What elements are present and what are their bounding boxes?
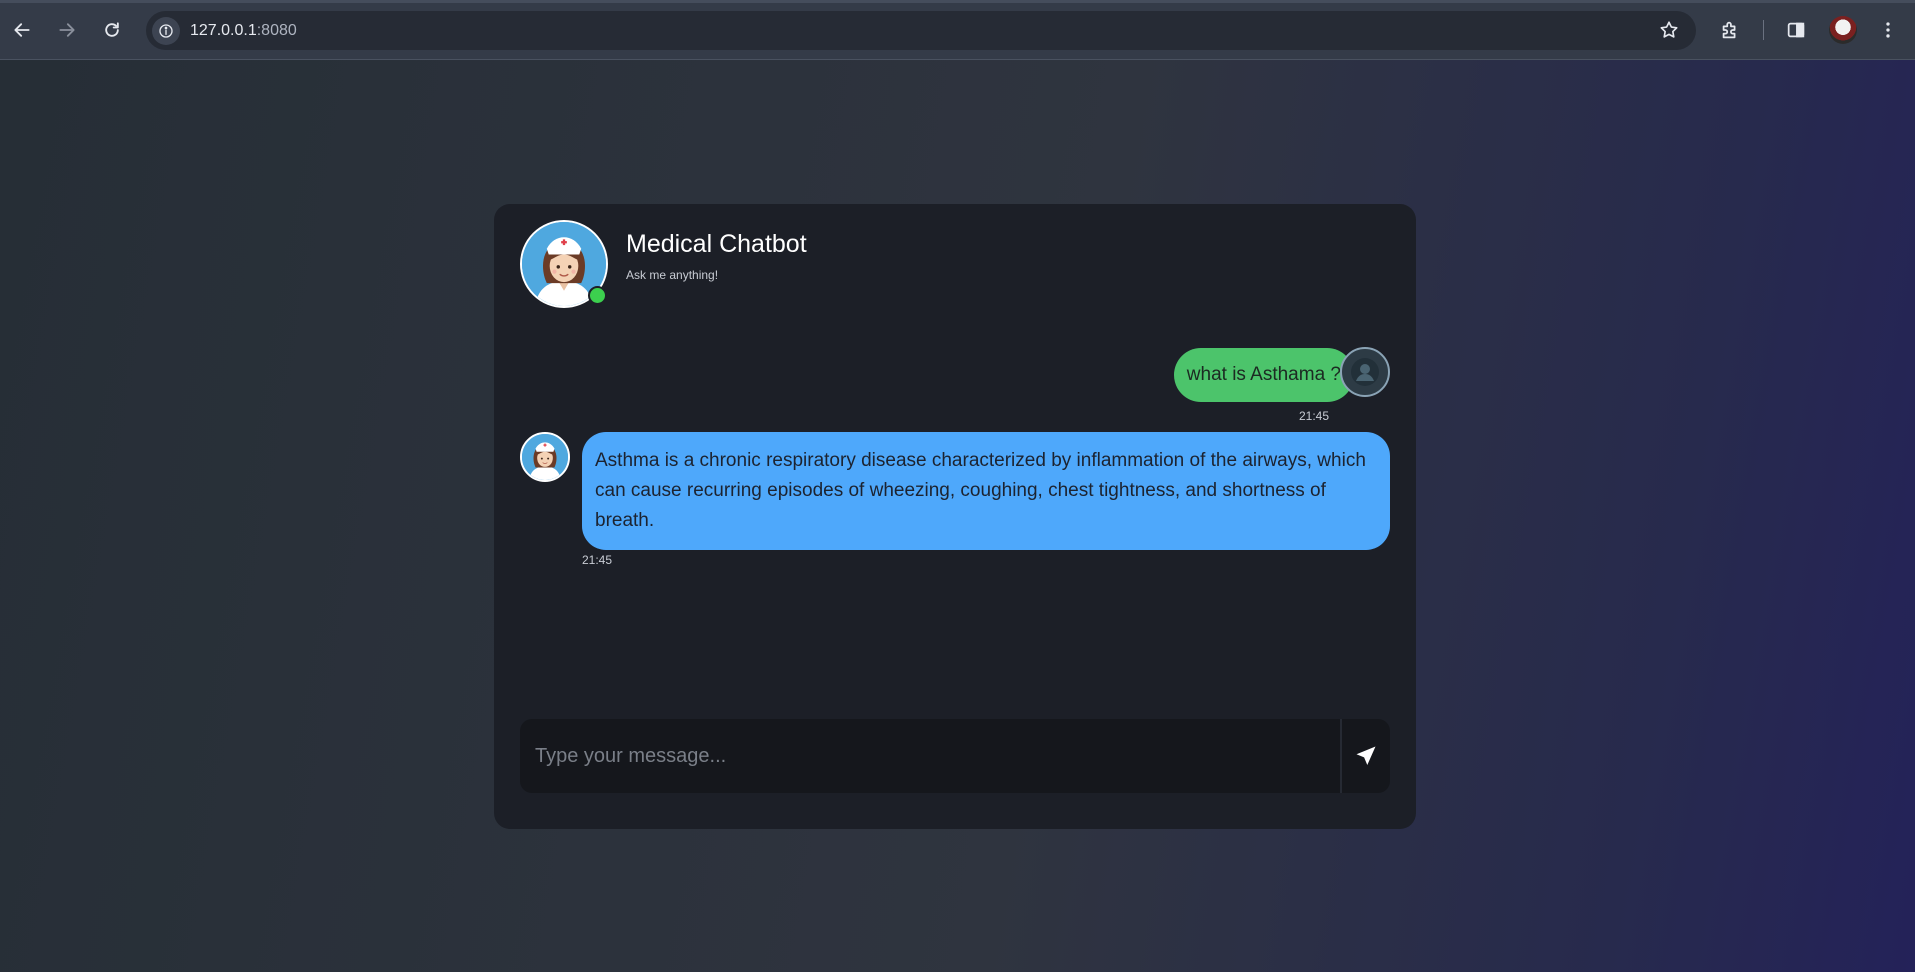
- user-icon: [1351, 358, 1379, 386]
- send-icon: [1356, 746, 1376, 765]
- url-host: 127.0.0.1: [190, 21, 257, 39]
- browser-toolbar: 127.0.0.1:8080: [0, 0, 1915, 60]
- more-menu-icon[interactable]: [1871, 13, 1905, 47]
- message-input[interactable]: [520, 719, 1340, 793]
- chat-card: Medical Chatbot Ask me anything! what is…: [494, 204, 1416, 829]
- user-message-bubble: what is Asthama ?: [1173, 348, 1354, 402]
- bot-message-avatar: [520, 432, 570, 482]
- site-info-icon[interactable]: [152, 16, 180, 45]
- url-port: :8080: [256, 21, 297, 39]
- message-composer: [520, 719, 1390, 793]
- bot-message-bubble: Asthma is a chronic respiratory disease …: [582, 432, 1390, 550]
- address-bar[interactable]: 127.0.0.1:8080: [146, 11, 1696, 50]
- side-panel-icon[interactable]: [1779, 13, 1813, 47]
- toolbar-divider: [1763, 20, 1764, 40]
- bot-message-time: 21:45: [582, 553, 613, 567]
- forward-arrow-icon[interactable]: [50, 13, 84, 47]
- nurse-icon: [522, 434, 568, 480]
- online-status-dot: [588, 286, 607, 305]
- chat-header: Medical Chatbot Ask me anything!: [520, 220, 920, 308]
- user-avatar: [1340, 347, 1390, 397]
- profile-avatar[interactable]: [1829, 16, 1857, 44]
- chat-title: Medical Chatbot: [626, 230, 807, 258]
- url-text: 127.0.0.1:8080: [190, 22, 297, 40]
- extensions-icon[interactable]: [1713, 13, 1747, 47]
- bookmark-star-icon[interactable]: [1658, 19, 1680, 46]
- user-message-time: 21:45: [1298, 409, 1329, 423]
- send-button[interactable]: [1342, 719, 1390, 793]
- reload-icon[interactable]: [95, 13, 129, 47]
- tab-strip-edge: [0, 0, 1915, 3]
- page-background: Medical Chatbot Ask me anything! what is…: [0, 60, 1915, 972]
- back-arrow-icon[interactable]: [5, 13, 39, 47]
- chat-subtitle: Ask me anything!: [626, 268, 719, 282]
